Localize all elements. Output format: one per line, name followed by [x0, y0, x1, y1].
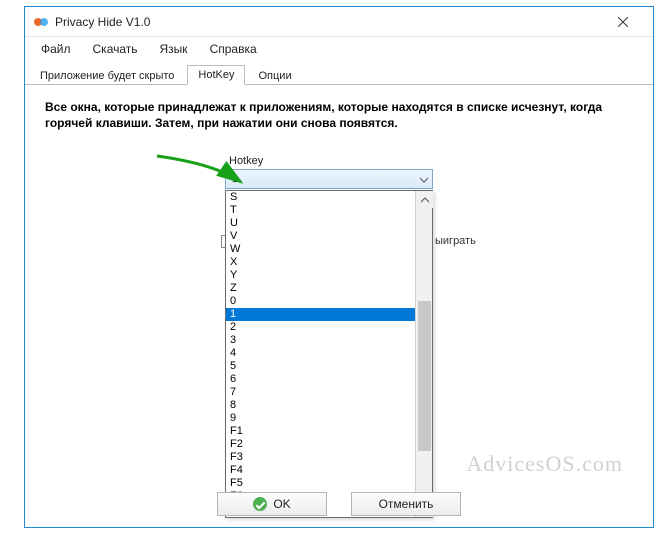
- dropdown-option[interactable]: W: [226, 243, 415, 256]
- app-window: Privacy Hide V1.0 Файл Скачать Язык Спра…: [24, 6, 654, 528]
- dropdown-option[interactable]: 5: [226, 360, 415, 373]
- dropdown-option[interactable]: 4: [226, 347, 415, 360]
- dropdown-option[interactable]: 7: [226, 386, 415, 399]
- tab-options[interactable]: Опции: [247, 66, 302, 85]
- hotkey-combobox[interactable]: 1: [225, 169, 433, 189]
- hotkey-group: Hotkey 1: [225, 155, 433, 189]
- ok-label: OK: [273, 497, 290, 511]
- dropdown-option[interactable]: 6: [226, 373, 415, 386]
- dropdown-option[interactable]: 0: [226, 295, 415, 308]
- dropdown-option[interactable]: F1: [226, 425, 415, 438]
- hotkey-dropdown: STUVWXYZ0123456789F1F2F3F4F5F6F7F8F9F10F…: [225, 190, 433, 518]
- hotkey-selected-value: 1: [232, 173, 238, 185]
- dropdown-option[interactable]: 9: [226, 412, 415, 425]
- dropdown-list: STUVWXYZ0123456789F1F2F3F4F5F6F7F8F9F10F…: [226, 191, 415, 517]
- scroll-thumb[interactable]: [418, 301, 431, 451]
- dropdown-option[interactable]: 2: [226, 321, 415, 334]
- sound-label: ыиграть: [435, 235, 476, 247]
- dropdown-option[interactable]: Z: [226, 282, 415, 295]
- dropdown-option[interactable]: 1: [226, 308, 415, 321]
- app-icon: [33, 14, 49, 30]
- close-button[interactable]: [601, 7, 645, 37]
- watermark: AdvicesOS.com: [466, 451, 623, 477]
- check-icon: [253, 497, 267, 511]
- dialog-buttons: OK Отменить: [25, 489, 653, 519]
- close-icon: [618, 17, 628, 27]
- menu-download[interactable]: Скачать: [83, 39, 148, 59]
- dropdown-option[interactable]: F2: [226, 438, 415, 451]
- ok-button[interactable]: OK: [217, 492, 327, 516]
- menu-file[interactable]: Файл: [31, 39, 81, 59]
- titlebar: Privacy Hide V1.0: [25, 7, 653, 37]
- dropdown-option[interactable]: T: [226, 204, 415, 217]
- hotkey-label: Hotkey: [225, 155, 433, 167]
- dropdown-option[interactable]: X: [226, 256, 415, 269]
- dropdown-option[interactable]: 3: [226, 334, 415, 347]
- description-text: Все окна, которые принадлежат к приложен…: [45, 99, 633, 131]
- menubar: Файл Скачать Язык Справка: [25, 37, 653, 61]
- dropdown-option[interactable]: Y: [226, 269, 415, 282]
- window-title: Privacy Hide V1.0: [55, 15, 601, 29]
- dropdown-option[interactable]: F3: [226, 451, 415, 464]
- dropdown-scrollbar[interactable]: [415, 191, 432, 517]
- menu-language[interactable]: Язык: [150, 39, 198, 59]
- tab-hotkey[interactable]: HotKey: [187, 65, 245, 85]
- cancel-button[interactable]: Отменить: [351, 492, 461, 516]
- tab-strip: Приложение будет скрыто HotKey Опции: [25, 61, 653, 85]
- menu-help[interactable]: Справка: [200, 39, 267, 59]
- dropdown-option[interactable]: V: [226, 230, 415, 243]
- dropdown-option[interactable]: S: [226, 191, 415, 204]
- dropdown-option[interactable]: F4: [226, 464, 415, 477]
- tab-app-hidden[interactable]: Приложение будет скрыто: [29, 66, 185, 85]
- cancel-label: Отменить: [379, 497, 434, 511]
- dropdown-option[interactable]: 8: [226, 399, 415, 412]
- chevron-up-icon: [421, 196, 429, 204]
- tab-content: Все окна, которые принадлежат к приложен…: [25, 85, 653, 495]
- dropdown-option[interactable]: U: [226, 217, 415, 230]
- chevron-down-icon: [420, 175, 428, 183]
- scroll-up-button[interactable]: [416, 191, 433, 208]
